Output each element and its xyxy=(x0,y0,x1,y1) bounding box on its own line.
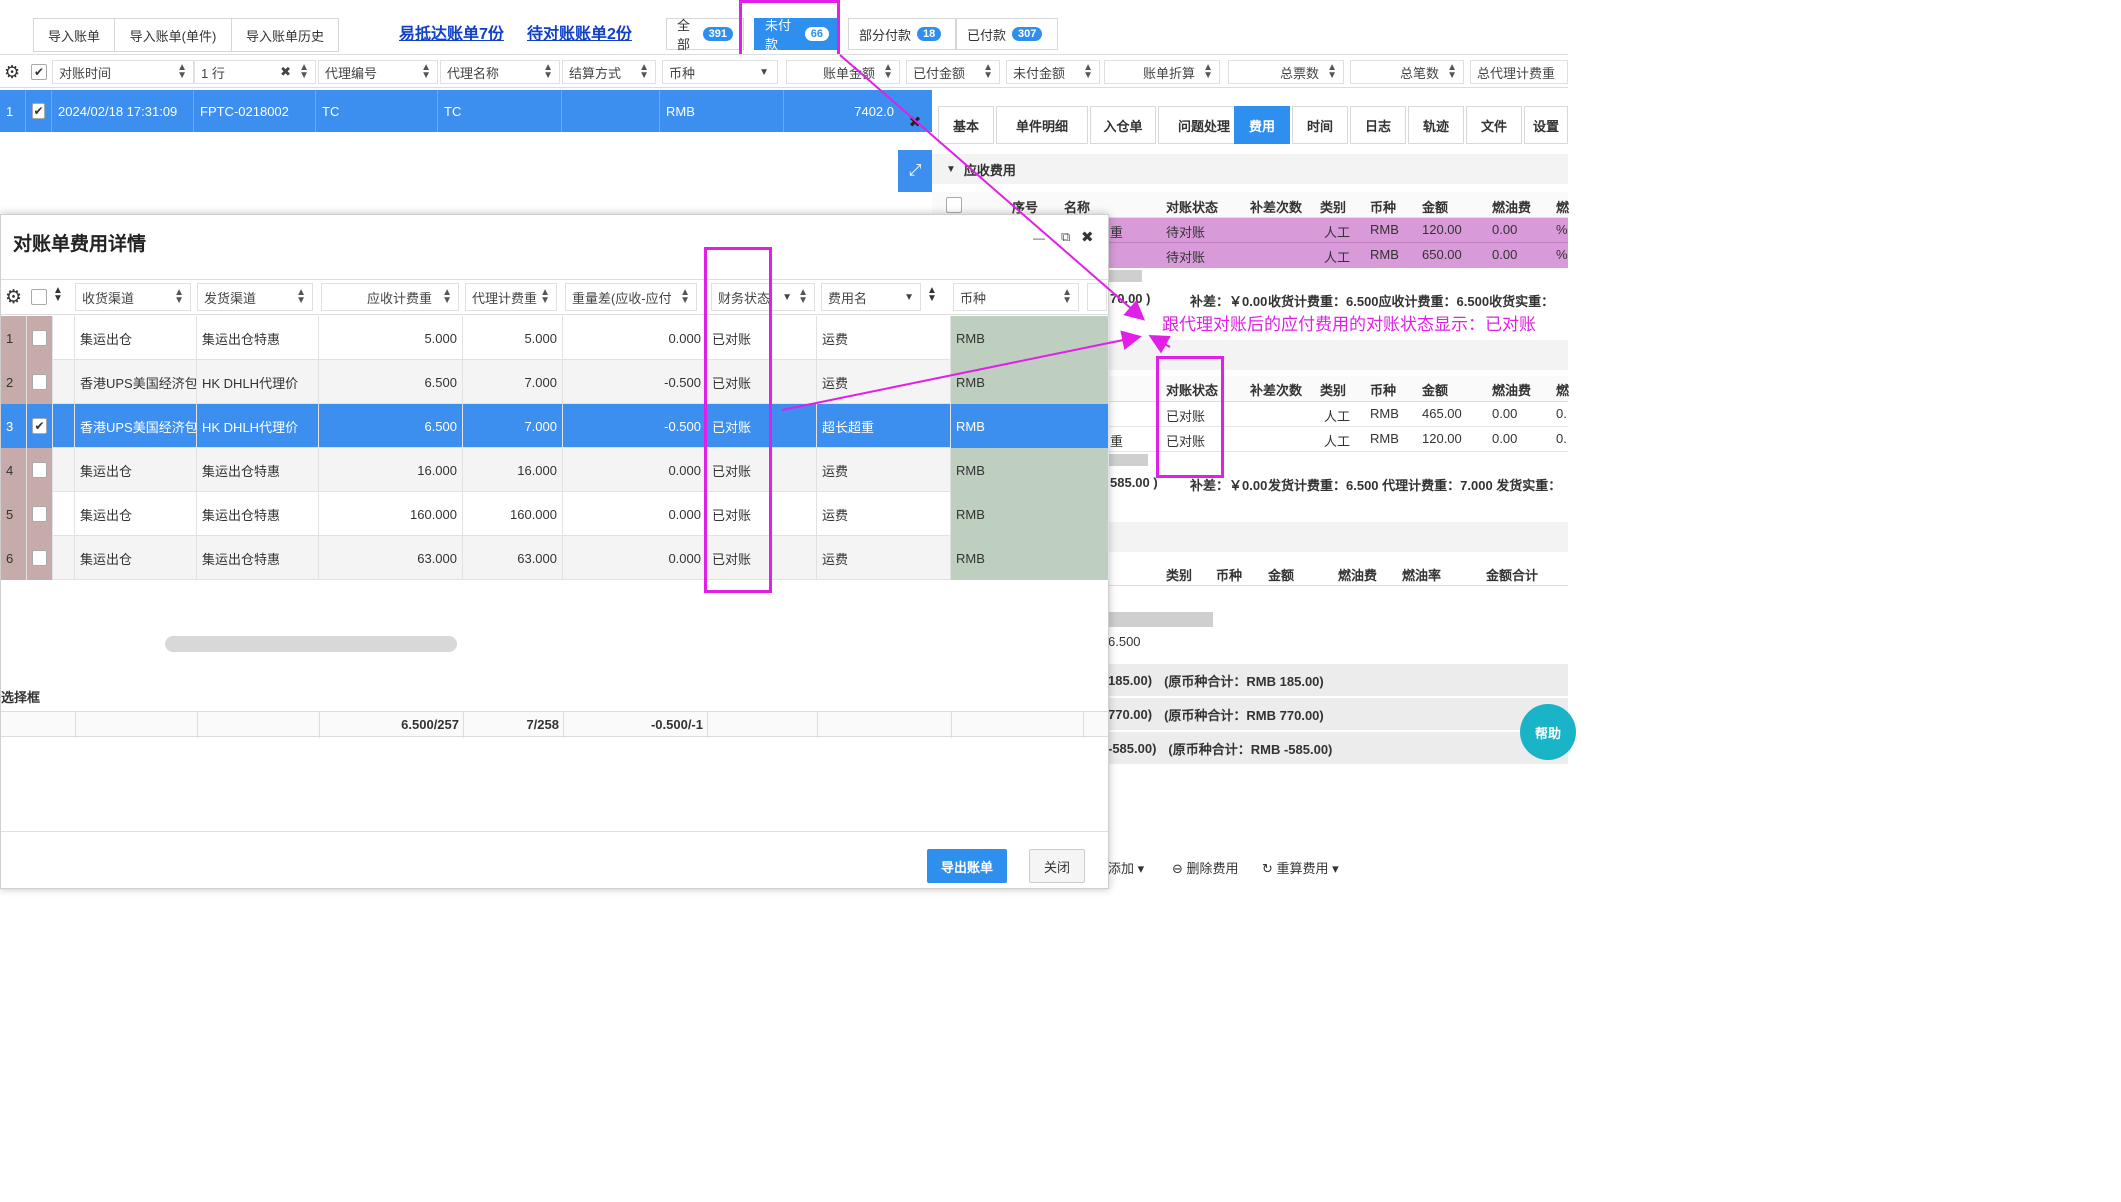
arrow-line xyxy=(839,54,1146,321)
arrow-line xyxy=(781,330,1142,411)
annotation-arrows xyxy=(781,54,1171,411)
arrow-line xyxy=(1148,335,1171,354)
